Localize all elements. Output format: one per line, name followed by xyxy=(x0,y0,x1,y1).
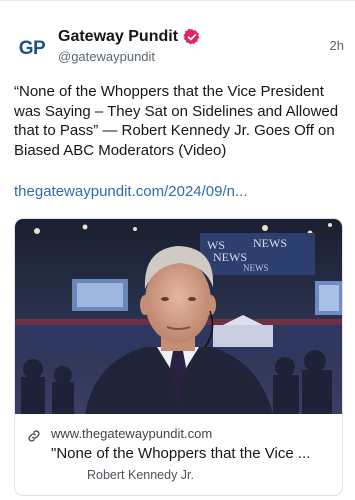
card-image[interactable]: WS NEWS NEWS NEWS xyxy=(15,219,342,414)
backdrop-word-2: NEWS xyxy=(253,236,287,250)
card-description: Robert Kennedy Jr. xyxy=(87,468,195,482)
backdrop-word-3: NEWS xyxy=(213,250,247,264)
backdrop-word-4: NEWS xyxy=(243,263,269,273)
post-header: GP Gateway Pundit @gatewaypundit 2h xyxy=(14,25,344,75)
card-meta[interactable]: www.thegatewaypundit.com "None of the Wh… xyxy=(15,415,342,495)
card-domain: www.thegatewaypundit.com xyxy=(51,426,213,441)
card-title: "None of the Whoppers that the Vice ... xyxy=(51,445,311,462)
display-name[interactable]: Gateway Pundit xyxy=(58,28,178,46)
link-preview-card[interactable]: WS NEWS NEWS NEWS www.thegatewaypundit.c… xyxy=(14,218,343,496)
timestamp[interactable]: 2h xyxy=(330,38,344,53)
post-text: “None of the Whoppers that the Vice Pres… xyxy=(14,83,339,159)
post-link[interactable]: thegatewaypundit.com/2024/09/n... xyxy=(14,183,344,200)
avatar[interactable]: GP xyxy=(14,31,50,67)
top-divider xyxy=(0,0,355,1)
link-icon xyxy=(28,430,40,442)
name-row: Gateway Pundit xyxy=(58,28,201,46)
verified-badge-icon xyxy=(183,28,200,45)
handle[interactable]: @gatewaypundit xyxy=(58,49,155,64)
avatar-text: GP xyxy=(18,38,46,59)
